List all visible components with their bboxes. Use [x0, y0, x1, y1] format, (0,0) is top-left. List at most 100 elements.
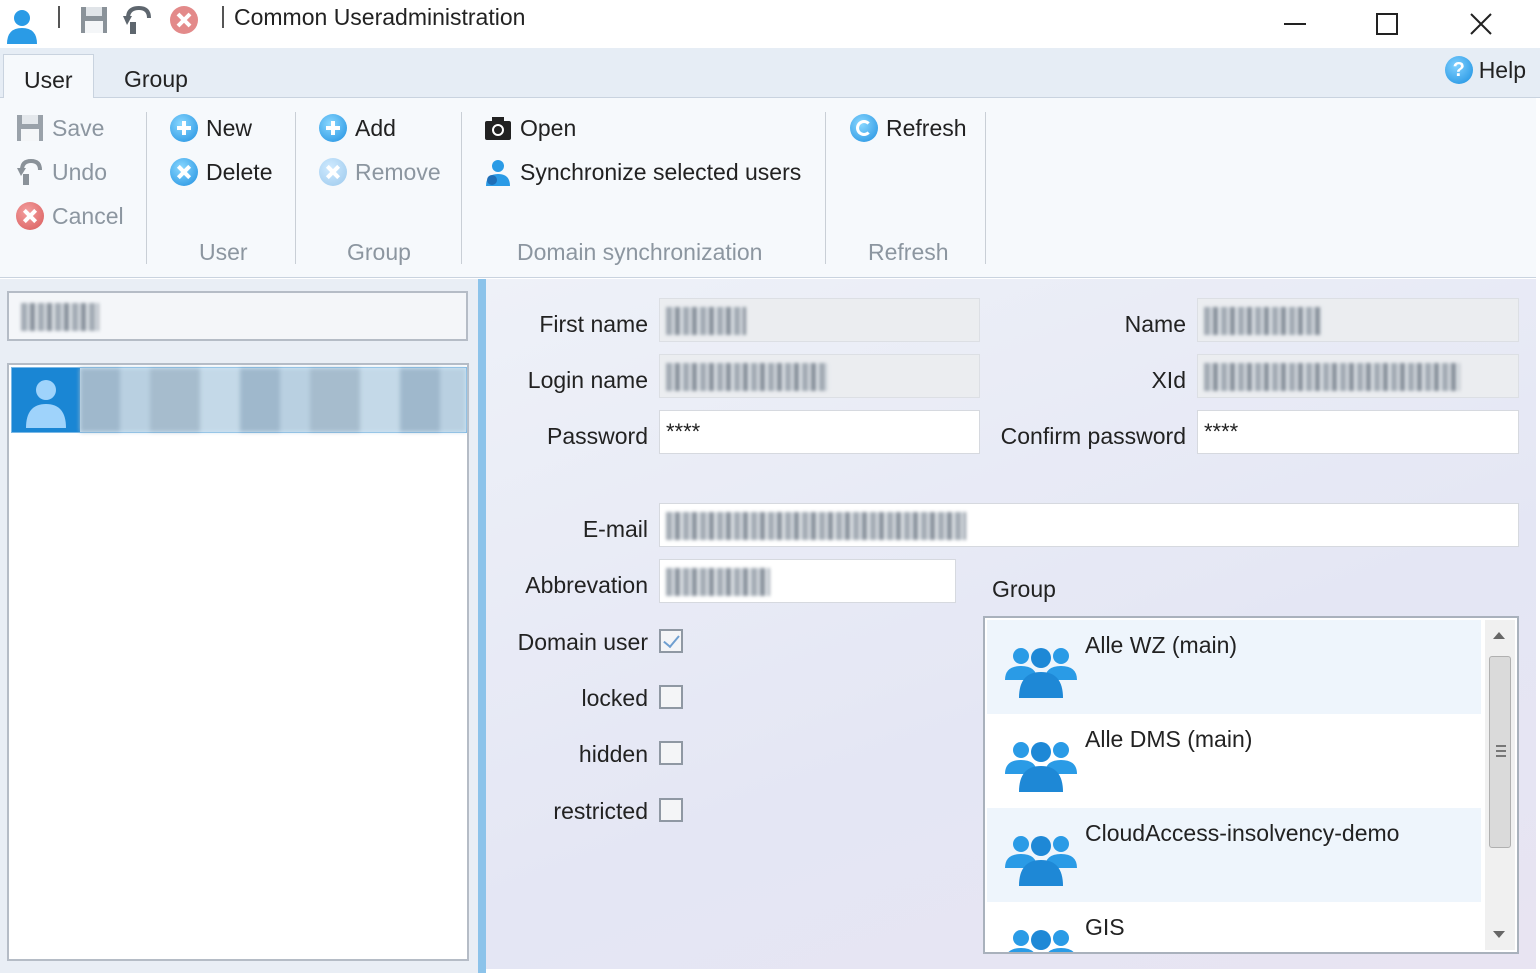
close-icon[interactable]	[1458, 6, 1504, 42]
login-name-field[interactable]	[659, 354, 980, 398]
delete-icon	[170, 158, 198, 186]
undo-icon[interactable]	[122, 4, 154, 36]
help-button[interactable]: ? Help	[1444, 56, 1526, 84]
user-list[interactable]	[7, 363, 469, 961]
restricted-label: restricted	[553, 798, 648, 824]
first-name-field[interactable]	[659, 298, 980, 342]
help-label: Help	[1478, 56, 1526, 83]
plus-icon	[319, 114, 347, 142]
save-label: Save	[52, 114, 105, 141]
name-label: Name	[1124, 311, 1186, 337]
group-list-item[interactable]: Alle WZ (main)	[987, 620, 1481, 714]
ribbon-group-label-group: Group	[347, 239, 411, 265]
delete-label: Delete	[206, 158, 273, 185]
camera-icon	[485, 117, 511, 140]
minimize-icon[interactable]	[1272, 6, 1318, 42]
xid-field[interactable]	[1197, 354, 1519, 398]
undo-icon	[17, 158, 42, 185]
restricted-checkbox[interactable]	[659, 798, 683, 822]
user-group-icon	[1005, 742, 1077, 792]
user-name-redacted	[80, 368, 466, 432]
scroll-thumb[interactable]	[1489, 656, 1511, 848]
remove-icon	[319, 158, 347, 186]
save-icon[interactable]	[78, 4, 110, 36]
hidden-label: hidden	[578, 741, 648, 767]
user-list-panel	[0, 279, 478, 973]
synchronize-selected-users-button[interactable]: Synchronize selected users	[484, 158, 801, 186]
confirm-password-field[interactable]: ****	[1197, 410, 1519, 454]
new-label: New	[206, 114, 253, 141]
ribbon-group-label-domain: Domain synchronization	[517, 239, 763, 265]
user-group-icon	[1005, 648, 1077, 698]
synchronize-label: Synchronize selected users	[520, 158, 802, 185]
toolbar-separator	[58, 6, 60, 28]
plus-icon	[170, 114, 198, 142]
delete-button[interactable]: Delete	[170, 158, 272, 186]
ribbon-group-refresh: Refresh Refresh	[850, 110, 975, 266]
window-title: Common Useradministration	[234, 4, 526, 30]
hidden-checkbox[interactable]	[659, 741, 683, 765]
help-icon: ?	[1444, 56, 1473, 84]
name-field[interactable]	[1197, 298, 1519, 342]
ribbon: Save Undo Cancel New Delete User Add Rem…	[0, 98, 1536, 278]
user-app-icon[interactable]	[4, 6, 40, 44]
user-group-icon	[1008, 930, 1074, 952]
abbrevation-field[interactable]	[659, 559, 956, 603]
cancel-icon[interactable]	[168, 4, 200, 36]
email-field[interactable]	[659, 503, 1519, 547]
group-section-label: Group	[992, 576, 1056, 602]
group-name: Alle DMS (main)	[1085, 726, 1253, 752]
search-input[interactable]	[7, 291, 468, 341]
open-button[interactable]: Open	[484, 114, 576, 142]
abbrevation-label: Abbrevation	[525, 572, 648, 598]
refresh-button[interactable]: Refresh	[850, 114, 967, 142]
ribbon-separator	[146, 112, 147, 264]
group-list-scrollbar[interactable]	[1485, 620, 1515, 950]
group-list-item[interactable]: GIS	[987, 902, 1481, 952]
locked-checkbox[interactable]	[659, 685, 683, 709]
user-list-item[interactable]	[11, 367, 467, 433]
search-value-redacted	[21, 303, 99, 331]
scroll-down-arrow-icon[interactable]	[1493, 931, 1505, 938]
email-label: E-mail	[582, 516, 648, 542]
maximize-icon[interactable]	[1364, 6, 1410, 42]
group-list-item[interactable]: Alle DMS (main)	[987, 714, 1481, 808]
save-icon	[17, 115, 43, 141]
cancel-button[interactable]: Cancel	[16, 202, 124, 230]
undo-button[interactable]: Undo	[16, 158, 107, 186]
login-name-redacted	[666, 363, 828, 391]
tab-user[interactable]: User	[3, 54, 94, 99]
group-list[interactable]: Alle WZ (main) Alle DMS (main) CloudAcce…	[983, 616, 1519, 954]
ribbon-group-label-refresh: Refresh	[868, 239, 949, 265]
add-button[interactable]: Add	[319, 114, 396, 142]
open-label: Open	[520, 114, 577, 141]
locked-label: locked	[581, 685, 648, 711]
confirm-password-label: Confirm password	[1000, 423, 1186, 449]
undo-label: Undo	[52, 158, 107, 185]
ribbon-group-group: Add Remove Group	[319, 110, 449, 266]
ribbon-group-edit: Save Undo Cancel	[16, 110, 136, 266]
group-list-item[interactable]: CloudAccess-insolvency-demo	[987, 808, 1481, 902]
xid-redacted	[1204, 363, 1460, 391]
first-name-label: First name	[539, 311, 648, 337]
grip-icon	[1496, 745, 1506, 757]
save-button[interactable]: Save	[16, 114, 104, 142]
title-separator	[222, 6, 224, 28]
cancel-label: Cancel	[52, 202, 124, 229]
refresh-label: Refresh	[886, 114, 967, 141]
new-button[interactable]: New	[170, 114, 252, 142]
tab-group[interactable]: Group	[104, 54, 208, 98]
remove-button[interactable]: Remove	[319, 158, 441, 186]
user-avatar-icon	[12, 368, 80, 432]
xid-label: XId	[1151, 367, 1186, 393]
cancel-icon	[16, 202, 44, 230]
group-name: Alle WZ (main)	[1085, 632, 1238, 658]
password-field[interactable]: ****	[659, 410, 980, 454]
domain-user-checkbox[interactable]	[659, 629, 683, 653]
login-name-label: Login name	[527, 367, 648, 393]
refresh-icon	[850, 114, 878, 142]
ribbon-separator	[825, 112, 826, 264]
scroll-up-arrow-icon[interactable]	[1493, 632, 1505, 639]
abbrevation-redacted	[666, 568, 770, 596]
panel-splitter[interactable]	[478, 279, 486, 973]
